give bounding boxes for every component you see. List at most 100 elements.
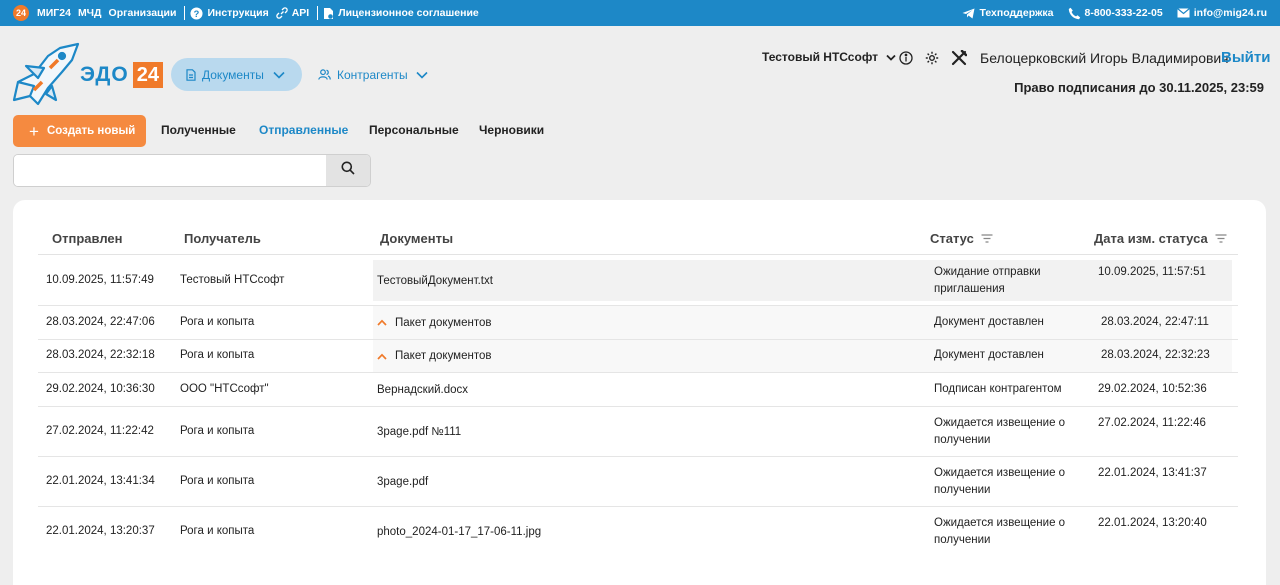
tools-icon[interactable] [951, 50, 967, 66]
support-label: Техподдержка [979, 7, 1054, 19]
cell-document[interactable]: 3page.pdf №111 [373, 407, 913, 456]
cell-status-date: 28.03.2024, 22:47:11 [1101, 316, 1209, 328]
search-input[interactable] [14, 155, 327, 186]
info-icon[interactable] [898, 50, 914, 66]
cell-document[interactable]: photo_2024-01-17_17-06-11.jpg [373, 507, 913, 556]
chevron-down-icon [416, 68, 428, 82]
divider [317, 6, 319, 20]
cell-status-date: 22.01.2024, 13:20:40 [1098, 517, 1207, 529]
status-line: Ожидается извещение о [934, 517, 1066, 529]
table-row[interactable]: 10.09.2025, 11:57:49 Тестовый НТСсофт Те… [38, 256, 1238, 306]
link-icon [276, 7, 288, 19]
brand-logo[interactable]: ЭДО 24 [80, 62, 163, 88]
cell-sent: 27.02.2024, 11:22:42 [46, 425, 154, 437]
document-name: Пакет документов [395, 316, 492, 329]
table-row[interactable]: 28.03.2024, 22:32:18 Рога и копыта Пакет… [38, 340, 1238, 373]
chevron-up-icon[interactable] [377, 353, 387, 360]
user-name[interactable]: Белоцерковский Игорь Владимирович [980, 50, 1229, 66]
cell-status: Ожидается извещение о получении [934, 515, 1065, 549]
table-row[interactable]: 29.02.2024, 10:36:30 ООО "НТСсофт" Верна… [38, 373, 1238, 407]
users-icon [318, 69, 331, 80]
divider [184, 6, 186, 20]
cell-status-date: 28.03.2024, 22:32:23 [1101, 349, 1210, 361]
chevron-up-icon[interactable] [377, 319, 387, 326]
filter-icon[interactable] [1215, 234, 1227, 243]
phone-label: 8-800-333-22-05 [1084, 7, 1163, 19]
topbar-link-mchd[interactable]: МЧД [78, 7, 102, 19]
cell-recipient: Рога и копыта [180, 349, 255, 361]
create-new-button[interactable]: + Создать новый [13, 115, 146, 147]
column-header-status-date[interactable]: Дата изм. статуса [1094, 231, 1227, 246]
column-header-documents[interactable]: Документы [380, 231, 453, 246]
brand-number: 24 [132, 62, 163, 88]
cell-recipient: Рога и копыта [180, 425, 255, 437]
logo-plane-icon[interactable] [12, 42, 80, 108]
email-label: info@mig24.ru [1193, 7, 1267, 19]
license-label: Лицензионное соглашение [338, 7, 479, 19]
cell-recipient: Рога и копыта [180, 316, 255, 328]
api-link[interactable]: API [276, 7, 310, 19]
cell-status: Документ доставлен [934, 349, 1044, 361]
instruction-label: Инструкция [207, 7, 269, 19]
tab-drafts[interactable]: Черновики [479, 123, 544, 137]
table-row[interactable]: 28.03.2024, 22:47:06 Рога и копыта Пакет… [38, 306, 1238, 340]
divider [38, 254, 1238, 255]
telegram-icon [962, 8, 975, 19]
tab-sent[interactable]: Отправленные [259, 123, 348, 137]
cell-status-date: 22.01.2024, 13:41:37 [1098, 467, 1207, 479]
table-row[interactable]: 22.01.2024, 13:20:37 Рога и копыта photo… [38, 507, 1238, 557]
create-new-label: Создать новый [46, 125, 136, 137]
phone-link[interactable]: 8-800-333-22-05 [1068, 7, 1163, 20]
support-link[interactable]: Техподдержка [962, 7, 1054, 19]
nav-counterparties-dropdown[interactable]: Контрагенты [318, 58, 428, 91]
mail-icon [1176, 8, 1190, 18]
document-name: 3page.pdf №111 [377, 425, 462, 438]
mig24-badge-icon: 24 [13, 5, 29, 21]
license-link[interactable]: Лицензионное соглашение [323, 7, 479, 20]
brand-text: ЭДО [80, 63, 129, 86]
nav-documents-dropdown[interactable]: Документы [171, 58, 302, 91]
nav-counterparties-label: Контрагенты [337, 67, 408, 82]
filter-icon[interactable] [981, 234, 993, 243]
organization-select[interactable]: Тестовый НТСсофт [762, 50, 896, 64]
cell-sent: 29.02.2024, 10:36:30 [46, 383, 155, 395]
instruction-link[interactable]: ? Инструкция [190, 6, 269, 20]
cell-status: Ожидается извещение о получении [934, 465, 1065, 499]
cell-recipient: Тестовый НТСсофт [180, 274, 285, 286]
status-line: получении [934, 484, 991, 496]
cell-sent: 28.03.2024, 22:47:06 [46, 316, 155, 328]
document-name: Пакет документов [395, 350, 492, 362]
cell-sent: 10.09.2025, 11:57:49 [46, 274, 154, 286]
table-row[interactable]: 22.01.2024, 13:41:34 Рога и копыта 3page… [38, 457, 1238, 507]
cell-sent: 22.01.2024, 13:41:34 [46, 475, 155, 487]
document-name: 3page.pdf [377, 475, 429, 488]
api-label: API [291, 7, 310, 19]
signing-right-info: Право подписания до 30.11.2025, 23:59 [1014, 80, 1264, 95]
tab-personal[interactable]: Персональные [369, 123, 459, 137]
cell-status: Ожидание отправки приглашения [934, 264, 1041, 298]
logout-link[interactable]: Выйти [1221, 49, 1270, 66]
column-header-sent[interactable]: Отправлен [52, 231, 123, 246]
table-row[interactable]: 27.02.2024, 11:22:42 Рога и копыта 3page… [38, 407, 1238, 457]
status-line: Ожидается извещение о [934, 417, 1066, 429]
tab-received[interactable]: Полученные [161, 123, 236, 137]
gear-icon[interactable] [924, 50, 940, 66]
topbar-link-organizations[interactable]: Организации [109, 7, 177, 19]
cell-status-date: 10.09.2025, 11:57:51 [1098, 266, 1206, 278]
column-header-recipient[interactable]: Получатель [184, 231, 261, 246]
chevron-down-icon [273, 68, 285, 82]
topbar-link-mig24[interactable]: МИГ24 [37, 7, 71, 19]
cell-document[interactable]: 3page.pdf [373, 457, 913, 506]
email-link[interactable]: info@mig24.ru [1176, 7, 1267, 19]
top-bar: 24 МИГ24 МЧД Организации ? Инструкция AP… [0, 0, 1280, 26]
search-button[interactable] [326, 155, 370, 186]
cell-sent: 28.03.2024, 22:32:18 [46, 349, 155, 361]
document-name: ТестовыйДокумент.txt [377, 274, 493, 287]
document-name: photo_2024-01-17_17-06-11.jpg [377, 525, 542, 538]
column-header-label: Отправлен [52, 231, 123, 246]
status-line: Ожидается извещение о [934, 467, 1066, 479]
cell-status: Ожидается извещение о получении [934, 415, 1065, 449]
column-header-status[interactable]: Статус [930, 231, 993, 246]
cell-document[interactable]: Вернадский.docx [373, 373, 913, 406]
status-line: получении [934, 534, 991, 546]
